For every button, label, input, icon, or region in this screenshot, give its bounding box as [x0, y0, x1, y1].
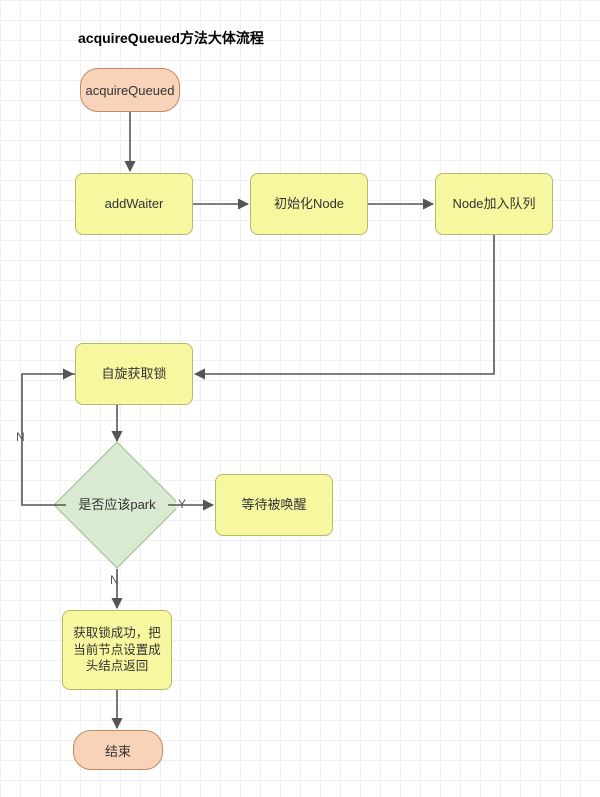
node-end: 结束 [73, 730, 163, 770]
node-initnode-label: 初始化Node [274, 195, 344, 213]
node-start-label: acquireQueued [86, 83, 175, 98]
node-success: 获取锁成功，把当前节点设置成头结点返回 [62, 610, 172, 690]
node-addwaiter: addWaiter [75, 173, 193, 235]
node-spin: 自旋获取锁 [75, 343, 193, 405]
edge-label-spin-no: N [14, 430, 27, 444]
node-shouldpark: 是否应该park [72, 460, 162, 550]
edge-label-park-yes: Y [176, 497, 188, 511]
node-initnode: 初始化Node [250, 173, 368, 235]
edge-label-park-no: N [108, 573, 121, 587]
node-end-label: 结束 [105, 741, 131, 760]
decision-shape [53, 441, 180, 568]
node-start: acquireQueued [80, 68, 180, 112]
diagram-title: acquireQueued方法大体流程 [78, 28, 264, 48]
node-waitwake: 等待被唤醒 [215, 474, 333, 536]
edge-spin-loop-hidden [22, 374, 73, 505]
node-spin-label: 自旋获取锁 [101, 365, 166, 383]
node-waitwake-label: 等待被唤醒 [241, 496, 306, 514]
node-enqueue: Node加入队列 [435, 173, 553, 235]
node-enqueue-label: Node加入队列 [452, 195, 535, 213]
node-addwaiter-label: addWaiter [105, 195, 164, 213]
edge-enqueue-spin [195, 235, 494, 374]
node-success-label: 获取锁成功，把当前节点设置成头结点返回 [69, 625, 165, 676]
edge-spin-loop-out [22, 374, 75, 505]
